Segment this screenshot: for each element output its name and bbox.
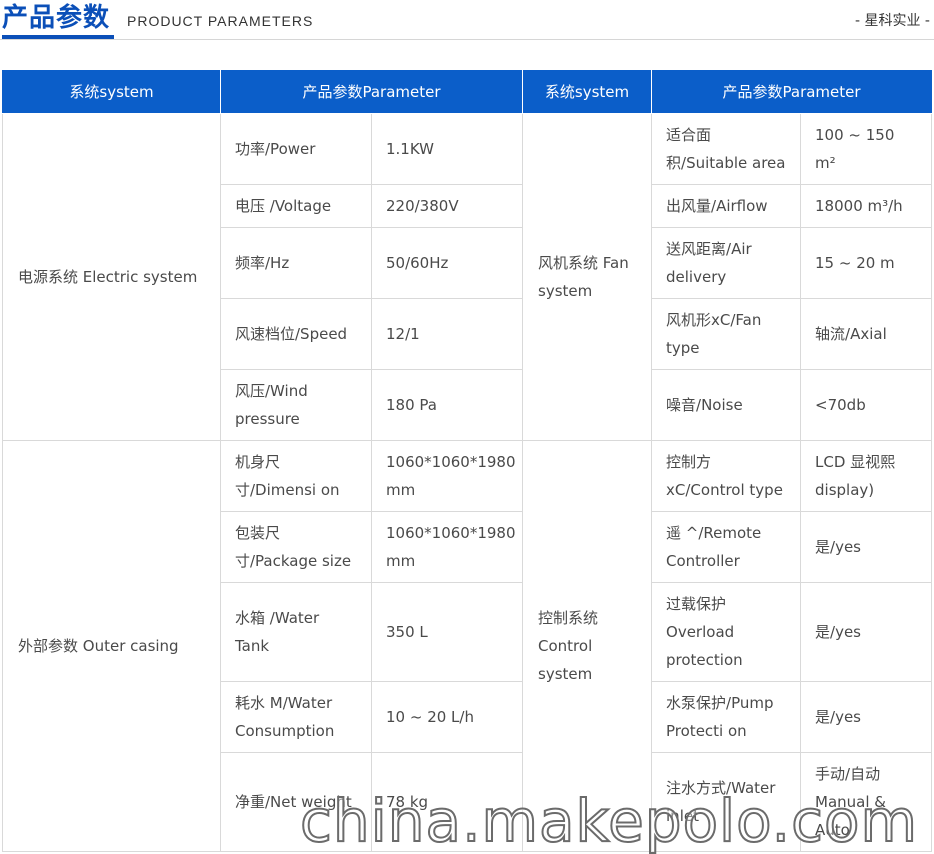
param-name: 适合面积/Suitable area	[651, 112, 802, 185]
category-cell: 电源系统 Electric system	[2, 112, 221, 441]
param-value: 50/60Hz	[370, 226, 524, 299]
param-name: 遥 ^/Remote Controller	[651, 510, 802, 583]
table-header-row: 系统system 产品参数Parameter 系统system 产品参数Para…	[2, 70, 933, 114]
param-value: LCD 显视熙display)	[800, 439, 933, 512]
param-name: 电压 /Voltage	[220, 183, 372, 228]
param-value: 100 ~ 150 m²	[800, 112, 933, 185]
param-name: 耗水 M/Water Consumption	[220, 680, 372, 753]
header-system-left: 系统system	[2, 70, 221, 114]
param-value: 350 L	[370, 581, 524, 682]
param-name: 过载保护 Overload protection	[651, 581, 802, 682]
param-value: 180 Pa	[370, 368, 524, 441]
param-value: 10 ~ 20 L/h	[370, 680, 524, 753]
param-value: 轴流/Axial	[800, 297, 933, 370]
param-value: 12/1	[370, 297, 524, 370]
param-value: 是/yes	[800, 510, 933, 583]
param-name: 频率/Hz	[220, 226, 372, 299]
param-value: 是/yes	[800, 581, 933, 682]
category-cell: 风机系统 Fan system	[522, 112, 653, 441]
param-name: 水箱 /Water Tank	[220, 581, 372, 682]
param-value: 1060*1060*1980 mm	[370, 439, 524, 512]
watermark-text: china.makepolo.com	[299, 786, 918, 854]
brand-label: - 星科实业 -	[854, 13, 930, 29]
param-name: 送风距离/Air delivery	[651, 226, 802, 299]
param-value: 18000 m³/h	[800, 183, 933, 228]
param-value: <70db	[800, 368, 933, 441]
parameters-table: 系统system 产品参数Parameter 系统system 产品参数Para…	[2, 70, 933, 852]
table-row: 外部参数 Outer casing 机身尺寸/Dimensi on 1060*1…	[2, 439, 933, 852]
param-value: 220/380V	[370, 183, 524, 228]
param-value: 1.1KW	[370, 112, 524, 185]
param-name: 水泵保护/Pump Protecti on	[651, 680, 802, 753]
header-system-right: 系统system	[522, 70, 653, 114]
param-value: 是/yes	[800, 680, 933, 753]
param-name: 功率/Power	[220, 112, 372, 185]
param-value: 15 ~ 20 m	[800, 226, 933, 299]
param-name: 包装尺寸/Package size	[220, 510, 372, 583]
param-name: 噪音/Noise	[651, 368, 802, 441]
header-parameter-left: 产品参数Parameter	[219, 70, 524, 114]
section-subtitle: PRODUCT PARAMETERS	[127, 13, 314, 29]
title-underline	[2, 35, 114, 39]
param-name: 出风量/Airflow	[651, 183, 802, 228]
param-name: 风速档位/Speed	[220, 297, 372, 370]
table-row: 电源系统 Electric system 功率/Power 1.1KW 风机系统…	[2, 112, 933, 441]
header-parameter-right: 产品参数Parameter	[651, 70, 933, 114]
category-cell: 外部参数 Outer casing	[2, 439, 221, 852]
param-value: 1060*1060*1980 mm	[370, 510, 524, 583]
param-name: 机身尺寸/Dimensi on	[220, 439, 372, 512]
param-name: 控制方xC/Control type	[651, 439, 802, 512]
param-name: 风压/Wind pressure	[220, 368, 372, 441]
param-name: 风机形xC/Fan type	[651, 297, 802, 370]
section-header: 产品参数 PRODUCT PARAMETERS - 星科实业 -	[0, 0, 934, 40]
section-title: 产品参数	[2, 3, 111, 33]
